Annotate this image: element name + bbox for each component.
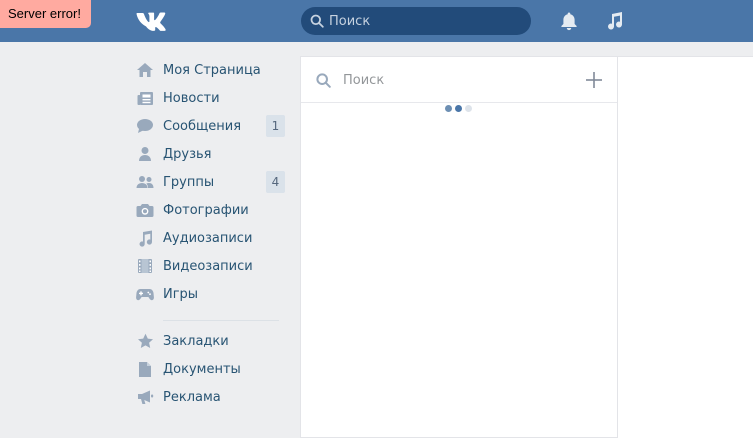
sidebar-item-games[interactable]: Игры — [133, 280, 288, 308]
loading-indicator — [445, 105, 472, 112]
header-search[interactable] — [301, 7, 531, 35]
messages-icon — [135, 116, 155, 136]
sidebar-item-label: Моя Страница — [163, 62, 261, 78]
loading-dot — [465, 105, 472, 112]
search-icon — [316, 73, 331, 88]
groups-count-badge: 4 — [266, 171, 285, 193]
music-note-icon — [135, 228, 155, 248]
home-icon — [135, 60, 155, 80]
megaphone-icon — [135, 387, 155, 407]
vk-logo-icon[interactable] — [136, 11, 170, 31]
sidebar-item-messages[interactable]: Сообщения 1 — [133, 112, 288, 140]
top-header — [0, 0, 753, 42]
sidebar-item-label: Группы — [163, 174, 215, 190]
sidebar-item-label: Аудиозаписи — [163, 230, 253, 246]
sidebar-item-label: Новости — [163, 90, 220, 106]
server-error-banner: Server error! — [0, 0, 91, 28]
camera-icon — [135, 200, 155, 220]
sidebar-item-label: Сообщения — [163, 118, 242, 134]
star-icon — [135, 331, 155, 351]
unread-count-badge: 1 — [266, 115, 285, 137]
search-icon — [310, 14, 324, 28]
sidebar-item-friends[interactable]: Друзья — [133, 140, 288, 168]
header-search-input[interactable] — [329, 7, 525, 35]
friends-icon — [135, 144, 155, 164]
sidebar-item-label: Фотографии — [163, 202, 249, 218]
sidebar-item-news[interactable]: Новости — [133, 84, 288, 112]
sidebar-item-documents[interactable]: Документы — [133, 355, 288, 383]
sidebar-item-label: Игры — [163, 286, 199, 302]
groups-icon — [135, 172, 155, 192]
sidebar-item-groups[interactable]: Группы 4 — [133, 168, 288, 196]
sidebar-item-ads[interactable]: Реклама — [133, 383, 288, 411]
sidebar-item-photos[interactable]: Фотографии — [133, 196, 288, 224]
plus-icon[interactable] — [585, 71, 603, 89]
messages-search-input[interactable] — [343, 65, 573, 95]
sidebar-item-my-page[interactable]: Моя Страница — [133, 56, 288, 84]
sidebar-item-label: Друзья — [163, 146, 212, 162]
news-icon — [135, 88, 155, 108]
sidebar-item-video[interactable]: Видеозаписи — [133, 252, 288, 280]
sidebar-item-label: Закладки — [163, 333, 229, 349]
sidebar-divider — [163, 320, 279, 321]
right-content-panel — [617, 56, 753, 438]
sidebar-item-label: Документы — [163, 361, 241, 377]
film-icon — [135, 256, 155, 276]
left-sidebar: Моя Страница Новости Сообщения 1 Друзья … — [133, 56, 288, 411]
sidebar-item-label: Реклама — [163, 389, 221, 405]
gamepad-icon — [135, 284, 155, 304]
sidebar-item-label: Видеозаписи — [163, 258, 253, 274]
sidebar-item-bookmarks[interactable]: Закладки — [133, 327, 288, 355]
loading-dot — [445, 105, 452, 112]
messages-panel — [300, 56, 618, 438]
sidebar-item-audio[interactable]: Аудиозаписи — [133, 224, 288, 252]
bell-icon[interactable] — [556, 8, 582, 34]
music-icon[interactable] — [602, 8, 628, 34]
messages-search-bar — [301, 57, 617, 103]
document-icon — [135, 359, 155, 379]
loading-dot — [455, 105, 462, 112]
